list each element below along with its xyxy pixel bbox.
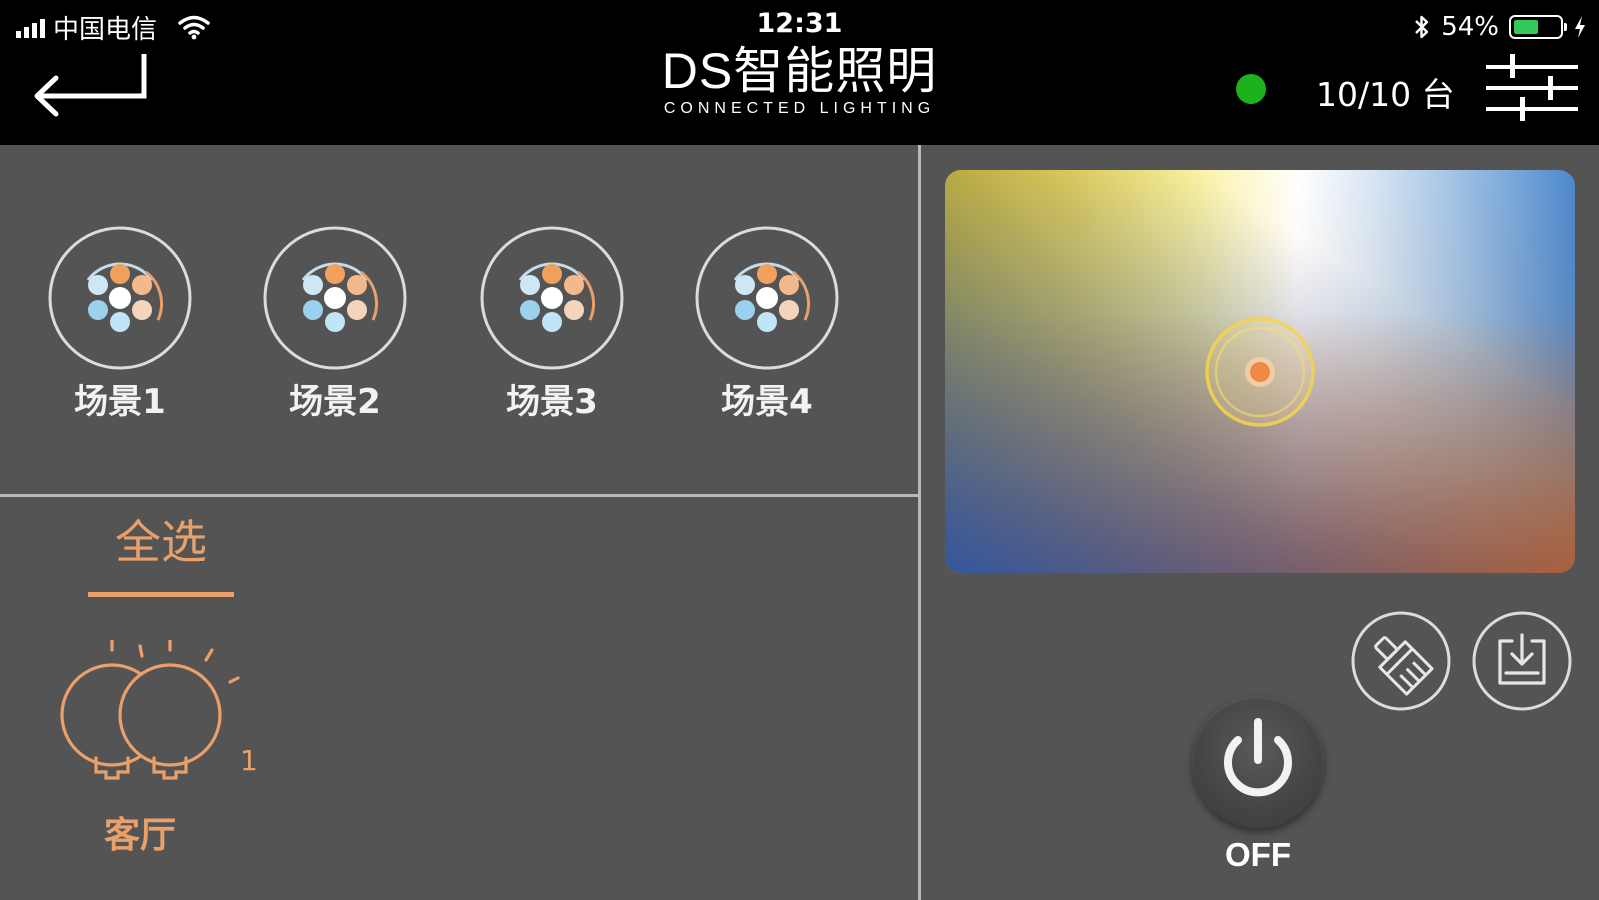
- charging-icon: [1575, 16, 1585, 38]
- horizontal-divider: [0, 494, 918, 497]
- power-button[interactable]: [1192, 696, 1324, 828]
- battery-level: [1514, 20, 1538, 34]
- tab-underline: [88, 592, 234, 597]
- save-download-icon[interactable]: [1472, 611, 1572, 711]
- select-all-tab[interactable]: 全选: [88, 512, 234, 597]
- scene-label: 场景3: [506, 382, 598, 422]
- scene-button-3[interactable]: 场景3: [477, 224, 627, 423]
- status-time: 12:31: [756, 8, 843, 39]
- group-item-living-room[interactable]: 1 客厅: [54, 640, 264, 860]
- group-device-count: 1: [240, 744, 258, 777]
- status-right: 54%: [1413, 10, 1587, 44]
- sliders-icon[interactable]: [1486, 52, 1578, 124]
- scene-label: 场景1: [74, 382, 166, 422]
- color-temperature-picker[interactable]: [945, 170, 1575, 573]
- power-control: OFF: [1188, 696, 1328, 886]
- scene-label: 场景4: [721, 382, 813, 422]
- scene-button-4[interactable]: 场景4: [692, 224, 842, 423]
- scene-dots-icon: [480, 226, 624, 370]
- scene-button-1[interactable]: 场景1: [45, 224, 195, 423]
- vertical-divider: [918, 145, 921, 900]
- device-count: 10/10 台: [1316, 75, 1455, 114]
- scene-list: 场景1 场景2 场景3 场景4: [0, 224, 918, 424]
- scene-dots-icon: [48, 226, 192, 370]
- top-bar: 中国电信 12:31 54% DS智能照明 CONNECTED LIGHTING…: [0, 0, 1599, 145]
- scene-dots-icon: [695, 226, 839, 370]
- battery-percent: 54%: [1441, 12, 1499, 42]
- bluetooth-icon: [1415, 15, 1429, 39]
- double-bulb-icon: [60, 640, 240, 780]
- group-label: 客厅: [104, 815, 177, 856]
- power-state-label: OFF: [1225, 836, 1291, 873]
- online-status-indicator: [1236, 74, 1266, 104]
- scene-button-2[interactable]: 场景2: [260, 224, 410, 423]
- color-picker-cursor-icon[interactable]: [1202, 314, 1318, 430]
- scene-dots-icon: [263, 226, 407, 370]
- lighting-control-screen: 中国电信 12:31 54% DS智能照明 CONNECTED LIGHTING…: [0, 0, 1599, 900]
- power-icon: [1224, 718, 1292, 797]
- battery-icon: [1509, 15, 1567, 39]
- scene-label: 场景2: [289, 382, 381, 422]
- select-all-label: 全选: [115, 515, 207, 569]
- brush-icon[interactable]: [1351, 611, 1451, 711]
